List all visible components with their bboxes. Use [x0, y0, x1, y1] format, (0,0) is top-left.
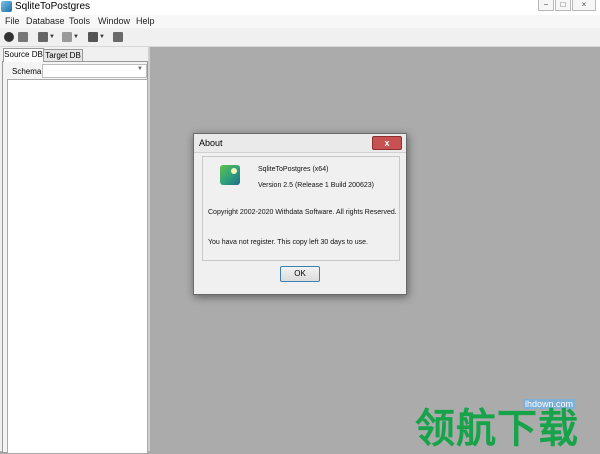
product-version: Version 2.5 (Release 1 Build 200623): [258, 182, 374, 189]
tab-source-db[interactable]: Source DB: [3, 48, 44, 62]
product-logo-icon: [220, 165, 240, 185]
chevron-down-icon: ▼: [99, 34, 105, 40]
schema-select[interactable]: ▼: [42, 64, 147, 78]
copyright-text: Copyright 2002-2020 Withdata Software. A…: [208, 209, 397, 216]
query-button[interactable]: ▼: [62, 31, 79, 43]
object-tree[interactable]: [7, 79, 148, 454]
registration-note: You hava not register. This copy left 30…: [208, 239, 368, 246]
connect-icon: [4, 32, 14, 42]
menu-help[interactable]: Help: [136, 16, 155, 26]
about-dialog-body: SqliteToPostgres (x64) Version 2.5 (Rele…: [202, 156, 400, 261]
stop-button[interactable]: [113, 31, 123, 43]
menu-tools[interactable]: Tools: [69, 16, 90, 26]
about-dialog: About x SqliteToPostgres (x64) Version 2…: [193, 133, 407, 295]
about-close-button[interactable]: x: [372, 136, 402, 150]
close-window-button[interactable]: ×: [572, 0, 596, 11]
menu-database[interactable]: Database: [26, 16, 65, 26]
query-icon: [62, 32, 72, 42]
maximize-button[interactable]: □: [555, 0, 571, 11]
menu-file[interactable]: File: [5, 16, 20, 26]
source-db-panel: Schema ▼: [2, 61, 148, 454]
schema-label: Schema: [12, 67, 42, 76]
menu-window[interactable]: Window: [98, 16, 130, 26]
connect-button[interactable]: [4, 31, 14, 43]
app-window: SqliteToPostgres − □ × File Database Too…: [0, 0, 600, 454]
chevron-down-icon: ▼: [49, 34, 55, 40]
left-pane: Source DB Target DB Schema ▼: [1, 47, 148, 454]
about-dialog-titlebar: About x: [194, 134, 406, 153]
product-name: SqliteToPostgres (x64): [258, 166, 329, 173]
about-dialog-title: About: [199, 138, 223, 148]
window-title: SqliteToPostgres: [15, 1, 91, 12]
toolbar: ▼ ▼ ▼: [0, 28, 600, 47]
title-bar: SqliteToPostgres − □ ×: [0, 0, 600, 15]
disconnect-button[interactable]: [18, 31, 28, 43]
app-icon: [1, 1, 12, 12]
table-button[interactable]: ▼: [38, 31, 55, 43]
grid-icon: [88, 32, 98, 42]
disconnect-icon: [18, 32, 28, 42]
menu-bar: File Database Tools Window Help: [0, 15, 600, 28]
watermark-logo: 领航下载: [415, 406, 579, 452]
chevron-down-icon: ▼: [137, 66, 143, 72]
ok-button[interactable]: OK: [280, 266, 320, 282]
grid-button[interactable]: ▼: [88, 31, 105, 43]
chevron-down-icon: ▼: [73, 34, 79, 40]
stop-icon: [113, 32, 123, 42]
table-icon: [38, 32, 48, 42]
minimize-button[interactable]: −: [538, 0, 554, 11]
